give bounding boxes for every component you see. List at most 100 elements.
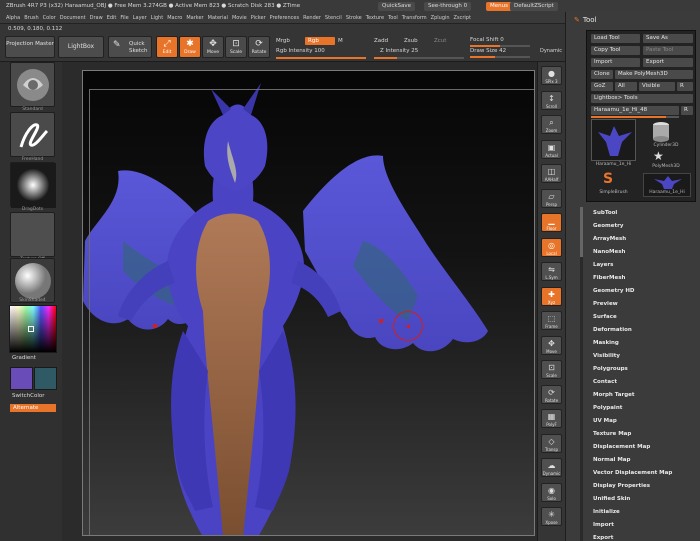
material-button[interactable] [10,258,55,303]
menu-alpha[interactable]: Alpha [6,15,20,21]
freehand-stroke-button[interactable] [10,112,55,157]
tool-palette-header[interactable]: ✎ Tool [574,16,596,24]
export-tool-button[interactable]: Export [643,58,693,67]
subpalette-display-properties[interactable]: Display Properties [586,480,696,493]
shelf-rotate-button[interactable]: ⟳ Rotate [541,384,562,404]
subpalette-export[interactable]: Export [586,532,696,541]
menu-zscript[interactable]: Zscript [454,15,471,21]
draw-size-slider[interactable]: Draw Size 42 [470,47,506,55]
zsub-toggle[interactable]: Zsub [404,37,418,45]
subpalette-preview[interactable]: Preview [586,298,696,311]
mrgb-toggle[interactable]: Mrgb [276,37,290,45]
menu-picker[interactable]: Picker [251,15,266,21]
subpalette-uv-map[interactable]: UV Map [586,415,696,428]
shelf-aahalf-button[interactable]: ◫ AAHalf [541,164,562,183]
shelf-solo-button[interactable]: ◉ Solo [541,482,562,502]
subpalette-nanomesh[interactable]: NanoMesh [586,246,696,259]
shelf-xpose-button[interactable]: ✳ Xpose [541,507,562,526]
subpalette-unified-skin[interactable]: Unified Skin [586,493,696,506]
m-toggle[interactable]: M [338,37,343,45]
goz-button[interactable]: GoZ [591,82,613,91]
quicksave-button[interactable]: QuickSave [378,2,416,11]
cylinder3d-thumb[interactable] [651,121,671,145]
shelf-spix-3-button[interactable]: ● SPix 3 [541,66,562,85]
current-tool-track[interactable] [591,116,679,118]
polymesh3d-star-icon[interactable]: ★ [653,149,664,163]
simplebrush-icon[interactable]: S [603,171,613,187]
goz-r-button[interactable]: R [677,82,693,91]
quick-sketch-button[interactable]: ✎ Quick Sketch [108,36,152,58]
subpalette-layers[interactable]: Layers [586,259,696,272]
scale-button[interactable]: ⊡ Scale [225,36,247,58]
menu-draw[interactable]: Draw [90,15,103,21]
subpalette-geometry-hd[interactable]: Geometry HD [586,285,696,298]
zcut-toggle[interactable]: Zcut [434,37,446,45]
dragdots-alpha-button[interactable] [10,162,56,208]
visible-button[interactable]: Visible [639,82,675,91]
secondary-color-swatch[interactable] [34,367,57,390]
see-through-slider[interactable]: See-through 0 [424,2,472,11]
menu-macro[interactable]: Macro [167,15,182,21]
rgb-intensity-slider[interactable]: Rgb Intensity 100 [276,47,325,55]
draw-size-track[interactable] [470,56,530,58]
subpalette-displacement-map[interactable]: Displacement Map [586,441,696,454]
menus-button[interactable]: Menus [486,2,512,11]
dynamic-toggle[interactable]: Dynamic [540,47,562,55]
clone-button[interactable]: Clone [591,70,613,79]
texture-off-button[interactable] [10,212,55,257]
shelf-move-button[interactable]: ✥ Move [541,335,562,355]
menu-light[interactable]: Light [151,15,163,21]
subpalette-normal-map[interactable]: Normal Map [586,454,696,467]
menu-render[interactable]: Render [303,15,321,21]
lightbox-button[interactable]: LightBox [58,36,104,58]
main-color-swatch[interactable] [10,367,33,390]
subpalette-geometry[interactable]: Geometry [586,220,696,233]
zadd-toggle[interactable]: Zadd [374,37,388,45]
menu-file[interactable]: File [120,15,128,21]
menu-stroke[interactable]: Stroke [346,15,362,21]
lightbox-tools-button[interactable]: Lightbox> Tools [591,94,693,103]
subpalette-morph-target[interactable]: Morph Target [586,389,696,402]
subpalette-visibility[interactable]: Visibility [586,350,696,363]
menu-preferences[interactable]: Preferences [270,15,299,21]
z-intensity-slider[interactable]: Z Intensity 25 [380,47,418,55]
shelf-polyf-button[interactable]: ▦ PolyF [541,409,562,428]
menu-movie[interactable]: Movie [232,15,247,21]
menu-stencil[interactable]: Stencil [325,15,342,21]
shelf-scroll-button[interactable]: ↕ Scroll [541,90,562,110]
menu-texture[interactable]: Texture [366,15,384,21]
current-tool-r-button[interactable]: R [681,106,693,115]
menu-layer[interactable]: Layer [133,15,147,21]
rotate-button[interactable]: ⟳ Rotate [248,36,270,58]
z-intensity-track[interactable] [374,57,464,59]
menu-marker[interactable]: Marker [186,15,203,21]
palette-scrollbar[interactable] [580,207,583,541]
switch-color-button[interactable]: SwitchColor [12,393,45,399]
current-tool-slider[interactable]: Haraamu_1e_Hi_48 [591,106,679,115]
alternate-button[interactable]: Alternate [10,404,56,412]
focal-shift-slider[interactable]: Focal Shift 0 [470,36,504,44]
color-picker[interactable] [9,305,57,353]
subpalette-fibermesh[interactable]: FiberMesh [586,272,696,285]
shelf-local-button[interactable]: ◎ Local [541,237,562,257]
shelf-transp-button[interactable]: ◇ Transp [541,433,562,453]
tool-thumb-dragon[interactable] [591,119,636,161]
shelf-xyz-button[interactable]: ✚ Xyz [541,286,562,306]
shelf-scale-button[interactable]: ⊡ Scale [541,360,562,379]
document-canvas[interactable] [82,70,535,536]
subpalette-vector-displacement-map[interactable]: Vector Displacement Map [586,467,696,480]
default-zscript-button[interactable]: DefaultZScript [510,2,558,11]
subpalette-contact[interactable]: Contact [586,376,696,389]
subpalette-polypaint[interactable]: Polypaint [586,402,696,415]
dragon-model[interactable] [83,71,535,536]
standard-brush-button[interactable] [10,62,55,107]
menu-material[interactable]: Material [208,15,228,21]
subpalette-initialize[interactable]: Initialize [586,506,696,519]
gradient-label[interactable]: Gradient [12,355,36,361]
rgb-toggle[interactable]: Rgb [305,37,335,45]
subpalette-surface[interactable]: Surface [586,311,696,324]
move-button[interactable]: ✥ Move [202,36,224,58]
menu-color[interactable]: Color [43,15,56,21]
subpalette-arraymesh[interactable]: ArrayMesh [586,233,696,246]
load-tool-button[interactable]: Load Tool [591,34,640,43]
